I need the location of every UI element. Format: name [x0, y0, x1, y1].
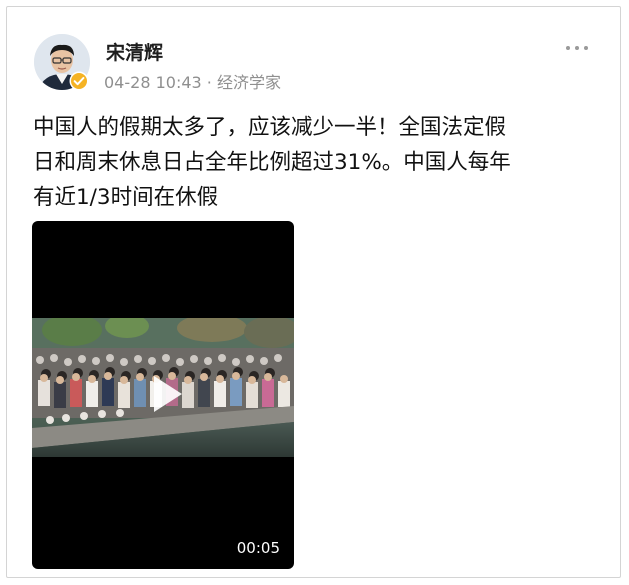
more-dot [566, 46, 570, 50]
author-title: 经济学家 [216, 73, 281, 92]
video-player[interactable]: 00:05 [32, 221, 294, 569]
post-text: 中国人的假期太多了，应该减少一半！全国法定假 日和周末休息日占全年比例超过31%… [33, 110, 608, 215]
meta-separator: · [201, 73, 217, 92]
post-text-line: 中国人的假期太多了，应该减少一半！全国法定假 [33, 115, 507, 140]
more-dots-icon[interactable] [566, 46, 588, 50]
more-dot [584, 46, 588, 50]
post-meta: 04-28 10:43 · 经济学家 [104, 69, 281, 93]
post-text-line: 有近1/3时间在休假 [33, 185, 219, 210]
more-dot [575, 46, 579, 50]
verified-badge-icon [69, 71, 89, 91]
post-timestamp: 04-28 10:43 [104, 73, 202, 92]
author-name[interactable]: 宋清辉 [106, 38, 163, 65]
play-icon[interactable] [144, 372, 188, 416]
video-duration: 00:05 [236, 539, 280, 557]
post-text-line: 日和周末休息日占全年比例超过31%。中国人每年 [33, 150, 511, 175]
